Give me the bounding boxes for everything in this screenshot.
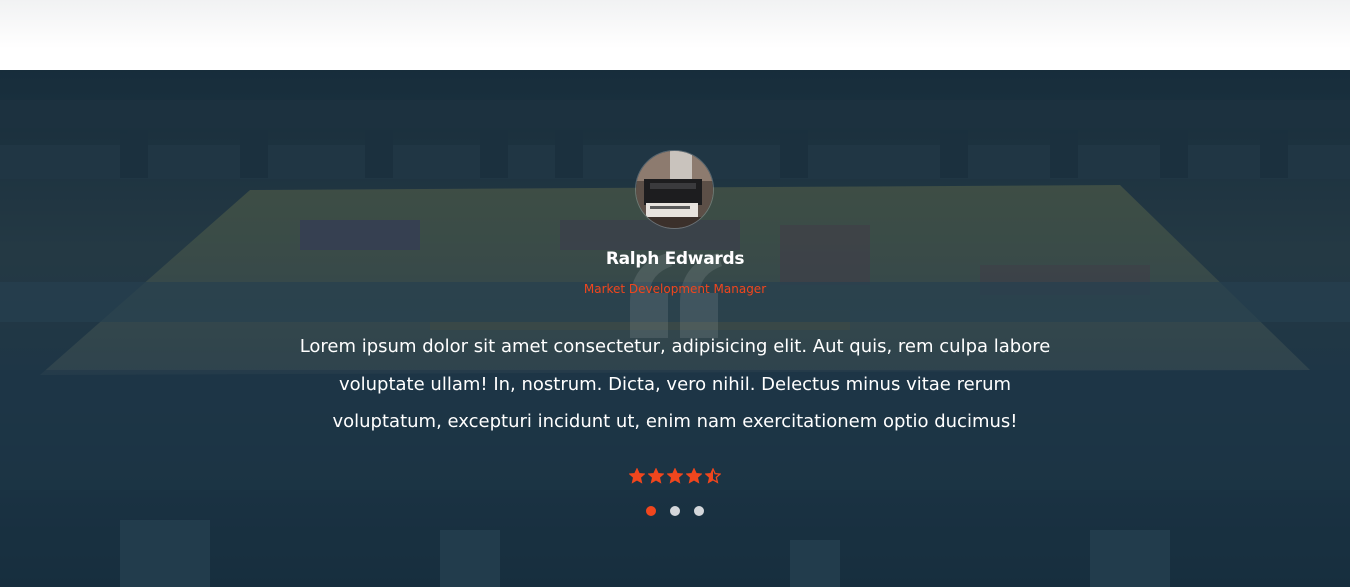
avatar	[635, 150, 714, 229]
reviewer-name: Ralph Edwards	[605, 249, 745, 269]
carousel-dot-1[interactable]	[646, 506, 656, 516]
star-full-icon	[686, 468, 702, 484]
star-full-icon	[629, 468, 645, 484]
star-half-icon	[705, 468, 721, 484]
carousel-dot-3[interactable]	[694, 506, 704, 516]
star-rating	[625, 468, 725, 488]
testimonial-quote: Lorem ipsum dolor sit amet consectetur, …	[299, 336, 1051, 432]
top-header-band	[0, 0, 1350, 70]
testimonial-section: Ralph Edwards Market Development Manager…	[0, 70, 1350, 587]
star-full-icon	[667, 468, 683, 484]
carousel-pagination	[640, 506, 710, 518]
printing-press-photo	[636, 151, 713, 228]
carousel-dot-2[interactable]	[670, 506, 680, 516]
reviewer-role: Market Development Manager	[583, 282, 767, 296]
star-full-icon	[648, 468, 664, 484]
